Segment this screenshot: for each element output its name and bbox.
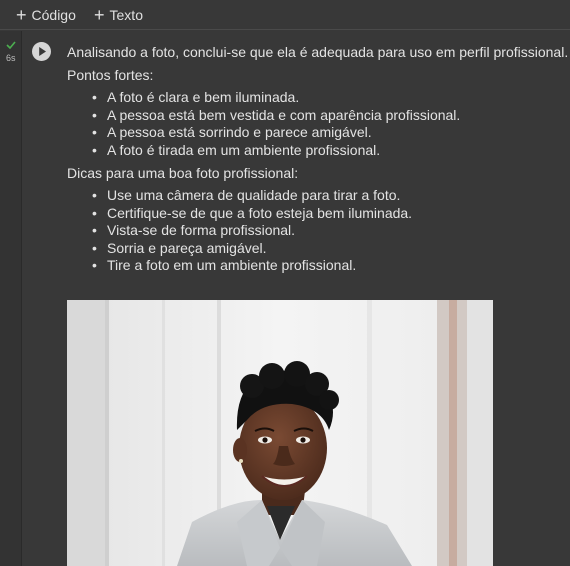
list-item: Certifique-se de que a foto esteja bem i… (92, 205, 567, 223)
list-item: Tire a foto em um ambiente profissional. (92, 257, 567, 275)
add-code-button[interactable]: + Código (16, 4, 76, 26)
list-item: Use uma câmera de qualidade para tirar a… (92, 187, 567, 205)
list-item: A pessoa está bem vestida e com aparênci… (92, 107, 567, 125)
check-icon (6, 41, 16, 49)
plus-icon: + (94, 5, 105, 25)
execution-time: 6s (6, 53, 16, 63)
profile-photo (67, 300, 493, 566)
list-item: Vista-se de forma profissional. (92, 222, 567, 240)
cell-output: Analisando a foto, conclui-se que ela é … (67, 43, 569, 280)
play-icon (39, 47, 46, 56)
profile-photo-image (67, 300, 493, 566)
output-intro: Analisando a foto, conclui-se que ela é … (67, 44, 569, 60)
list-item: A pessoa está sorrindo e parece amigável… (92, 124, 567, 142)
tips-list: Use uma câmera de qualidade para tirar a… (67, 187, 567, 275)
run-cell-button[interactable] (32, 42, 51, 61)
add-text-button[interactable]: + Texto (94, 4, 143, 26)
code-cell[interactable]: 6s Analisando a foto, conclui-se que ela… (0, 31, 570, 566)
strengths-heading: Pontos fortes: (67, 67, 154, 83)
list-item: A foto é tirada em um ambiente profissio… (92, 142, 567, 160)
list-item: A foto é clara e bem iluminada. (92, 89, 567, 107)
tips-heading: Dicas para uma boa foto profissional: (67, 165, 299, 181)
notebook-toolbar: + Código + Texto (0, 0, 570, 30)
strengths-list: A foto é clara e bem iluminada. A pessoa… (67, 89, 567, 159)
add-text-label: Texto (109, 7, 143, 23)
add-code-label: Código (31, 7, 76, 23)
cell-gutter: 6s (0, 31, 22, 566)
list-item: Sorria e pareça amigável. (92, 240, 567, 258)
plus-icon: + (16, 5, 27, 25)
